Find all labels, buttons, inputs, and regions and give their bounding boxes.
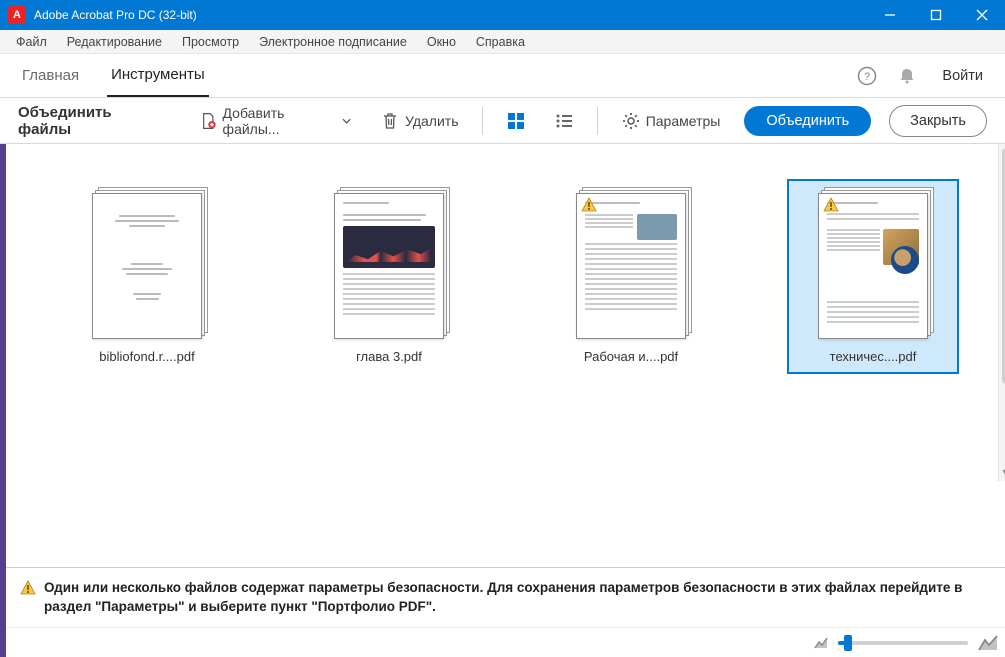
file-thumbnail [334, 193, 444, 339]
file-card[interactable]: глава 3.pdf [303, 179, 475, 374]
file-grid: bibliofond.r....pdf [6, 144, 1005, 567]
warning-banner: Один или несколько файлов содержат парам… [6, 567, 1005, 627]
file-card[interactable]: Рабочая и....pdf [545, 179, 717, 374]
menu-bar: Файл Редактирование Просмотр Электронное… [0, 30, 1005, 54]
view-grid-button[interactable] [501, 105, 531, 137]
options-label: Параметры [646, 113, 721, 129]
maximize-button[interactable] [913, 0, 959, 30]
add-files-label: Добавить файлы... [223, 105, 336, 137]
chevron-down-icon [342, 116, 351, 126]
combine-button[interactable]: Объединить [744, 106, 871, 136]
warning-icon [20, 580, 36, 596]
file-thumbnail [92, 193, 202, 339]
tab-tools[interactable]: Инструменты [107, 66, 209, 97]
file-thumbnail [818, 193, 928, 339]
file-name: глава 3.pdf [356, 349, 422, 364]
warning-icon [581, 197, 597, 213]
menu-help[interactable]: Справка [466, 33, 535, 51]
gear-icon [622, 112, 640, 130]
tab-bar: Главная Инструменты ? Войти [0, 54, 1005, 98]
zoom-slider-thumb[interactable] [844, 635, 852, 651]
view-list-button[interactable] [549, 105, 579, 137]
add-file-icon [200, 112, 217, 130]
minimize-button[interactable] [867, 0, 913, 30]
warning-icon [823, 197, 839, 213]
options-button[interactable]: Параметры [616, 108, 727, 134]
zoom-slider[interactable] [838, 641, 968, 645]
tab-home[interactable]: Главная [18, 67, 83, 96]
zoom-small-icon[interactable] [814, 637, 828, 649]
menu-esign[interactable]: Электронное подписание [249, 33, 417, 51]
file-thumbnail [576, 193, 686, 339]
close-tool-button[interactable]: Закрыть [889, 105, 987, 137]
notifications-icon[interactable] [890, 59, 924, 93]
delete-button[interactable]: Удалить [375, 108, 464, 134]
trash-icon [381, 112, 399, 130]
tool-bar: Объединить файлы Добавить файлы... Удали… [0, 98, 1005, 144]
file-name: Рабочая и....pdf [584, 349, 678, 364]
close-button[interactable] [959, 0, 1005, 30]
app-logo-icon: A [8, 6, 26, 24]
menu-window[interactable]: Окно [417, 33, 466, 51]
file-name: техничес....pdf [830, 349, 917, 364]
window-title: Adobe Acrobat Pro DC (32-bit) [34, 8, 867, 22]
zoom-row [6, 627, 1005, 657]
add-files-button[interactable]: Добавить файлы... [194, 101, 357, 141]
title-bar: A Adobe Acrobat Pro DC (32-bit) [0, 0, 1005, 30]
login-button[interactable]: Войти [942, 68, 983, 84]
help-icon[interactable]: ? [850, 59, 884, 93]
warning-text: Один или несколько файлов содержат парам… [44, 578, 1000, 617]
delete-label: Удалить [405, 113, 458, 129]
scrollbar[interactable]: ▴ ▾ [998, 144, 1005, 481]
content-area: bibliofond.r....pdf [0, 144, 1005, 657]
file-card[interactable]: техничес....pdf [787, 179, 959, 374]
file-card[interactable]: bibliofond.r....pdf [61, 179, 233, 374]
menu-file[interactable]: Файл [6, 33, 57, 51]
file-name: bibliofond.r....pdf [99, 349, 194, 364]
menu-view[interactable]: Просмотр [172, 33, 249, 51]
tool-title: Объединить файлы [18, 104, 158, 138]
svg-text:?: ? [864, 71, 870, 83]
scroll-down-icon[interactable]: ▾ [999, 465, 1005, 481]
zoom-large-icon[interactable] [978, 635, 998, 651]
menu-edit[interactable]: Редактирование [57, 33, 172, 51]
